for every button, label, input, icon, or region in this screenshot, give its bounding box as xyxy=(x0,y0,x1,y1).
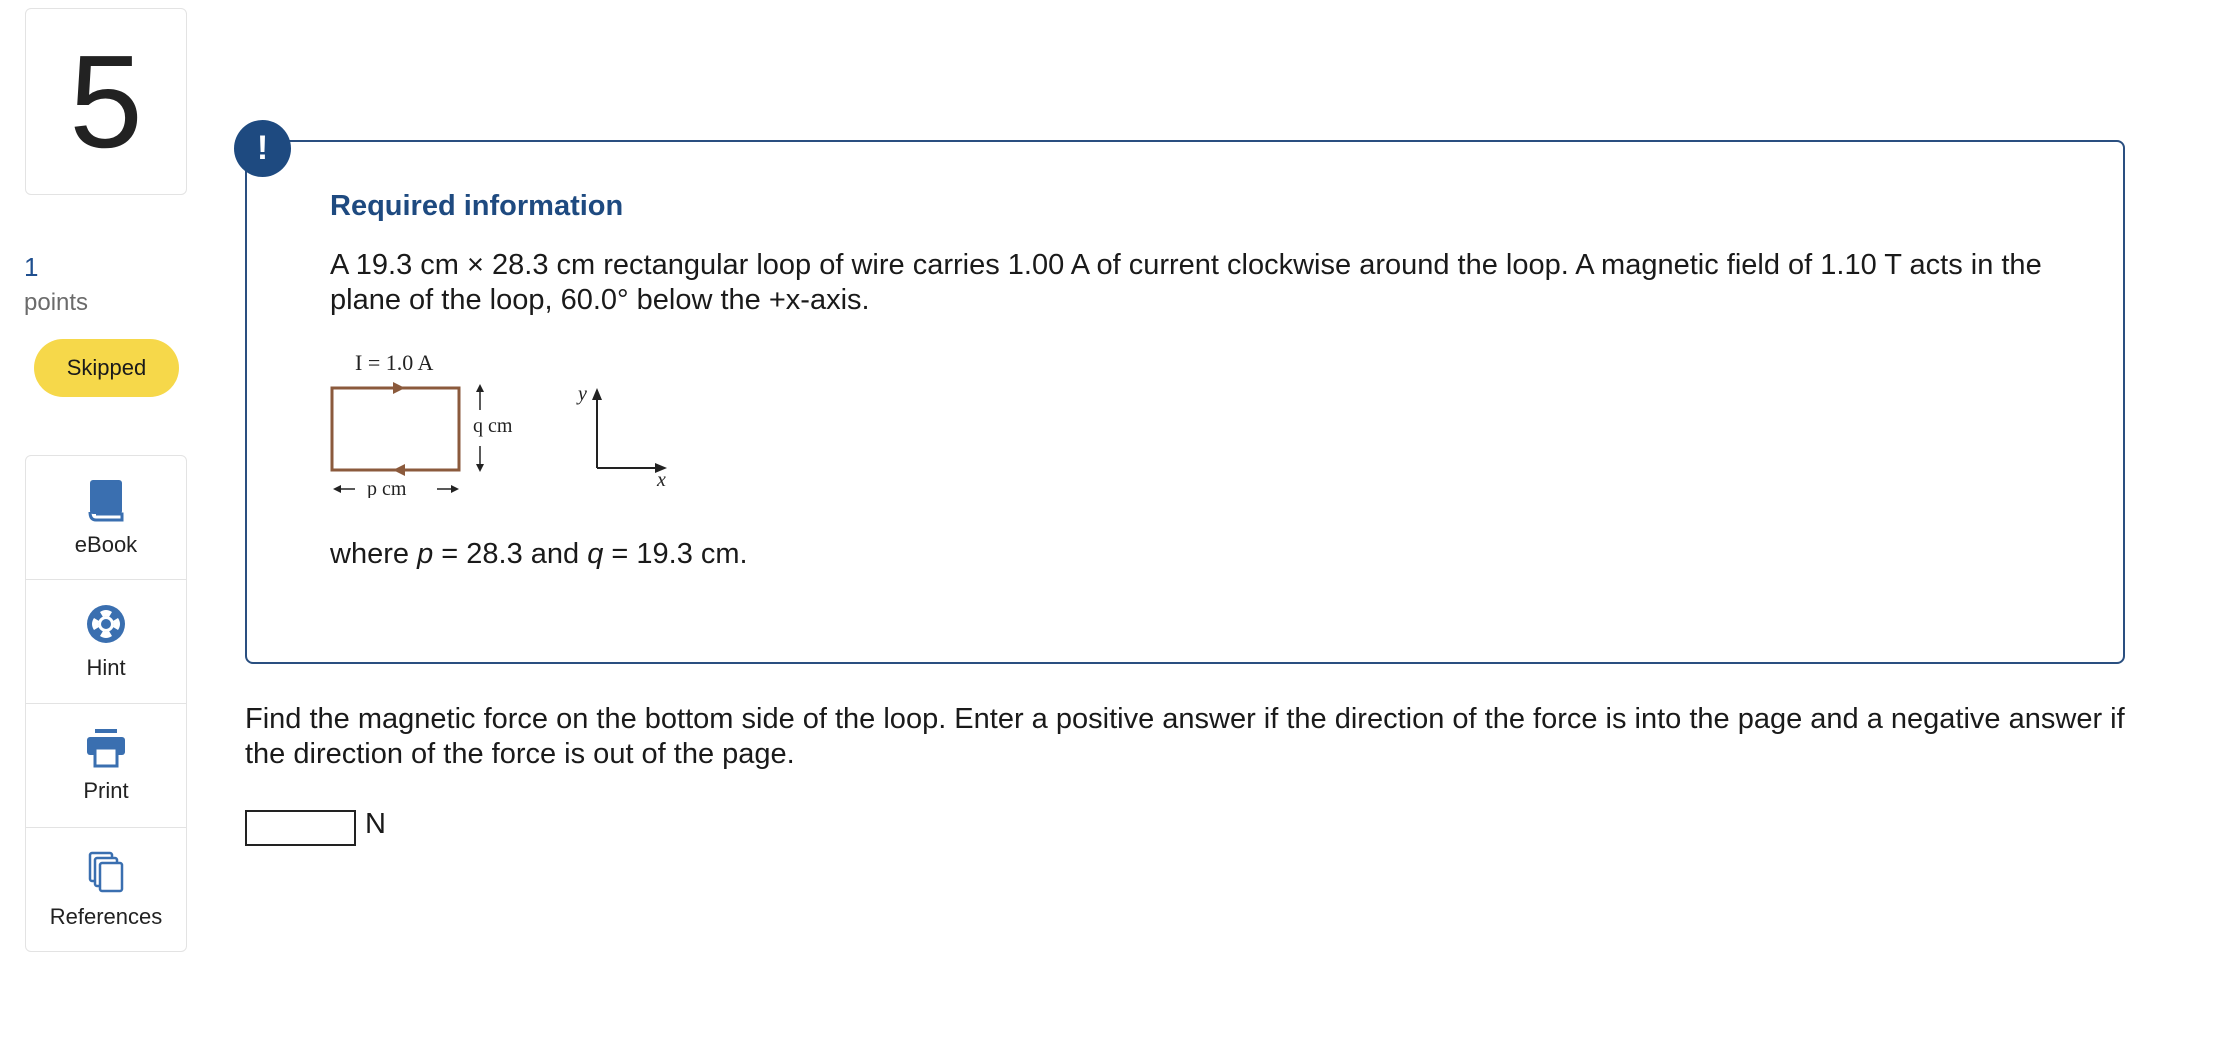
question-number: 5 xyxy=(25,8,187,195)
required-title: Required information xyxy=(330,190,624,222)
points-label: points xyxy=(24,289,89,316)
skipped-badge[interactable]: Skipped xyxy=(34,339,179,397)
where-prefix: where xyxy=(330,538,409,570)
x-axis-label: x xyxy=(656,469,666,491)
width-label: p cm xyxy=(367,478,407,498)
q-value: = 19.3 cm. xyxy=(603,538,748,570)
print-label: Print xyxy=(83,777,129,803)
height-label: q cm xyxy=(473,415,513,437)
ebook-label: eBook xyxy=(74,531,138,557)
documents-icon xyxy=(88,851,124,893)
current-arrow-bottom xyxy=(393,464,405,476)
references-label: References xyxy=(49,904,163,929)
p-variable: p xyxy=(417,538,434,570)
p-value: = 28.3 and xyxy=(433,538,588,570)
problem-statement: A 19.3 cm × 28.3 cm rectangular loop of … xyxy=(330,249,2042,316)
references-button[interactable]: References xyxy=(26,828,186,952)
hint-button[interactable]: Hint xyxy=(26,580,186,704)
current-label: I = 1.0 A xyxy=(355,350,434,375)
current-arrow-top xyxy=(393,382,405,394)
printer-icon xyxy=(87,728,125,767)
book-icon xyxy=(88,479,124,521)
ebook-button[interactable]: eBook xyxy=(26,456,186,580)
print-button[interactable]: Print xyxy=(26,704,186,828)
answer-unit: N xyxy=(365,808,386,840)
wire-loop xyxy=(330,386,461,472)
tools-panel: eBook Hint Print References xyxy=(25,455,187,952)
loop-diagram: I = 1.0 A q cm p cm y x xyxy=(330,350,667,498)
lifebuoy-icon xyxy=(87,604,125,643)
question-prompt: Find the magnetic force on the bottom si… xyxy=(245,703,2125,770)
alert-icon: ! xyxy=(234,120,291,177)
hint-label: Hint xyxy=(86,654,126,680)
points-value: 1 xyxy=(24,252,39,282)
answer-input[interactable] xyxy=(245,810,356,846)
q-variable: q xyxy=(587,538,604,570)
y-axis-label: y xyxy=(576,383,587,405)
variable-definition: where p = 28.3 and q = 19.3 cm. xyxy=(330,538,748,571)
